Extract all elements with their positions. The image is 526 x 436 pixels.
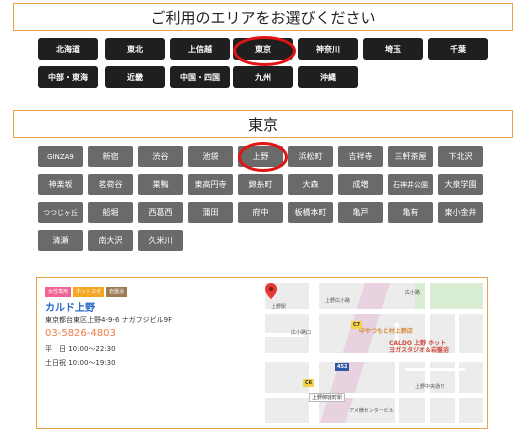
city-button-12[interactable]: 巣鴨 (138, 174, 183, 195)
region-button-3[interactable]: 上信越 (170, 38, 230, 60)
city-button-2[interactable]: 新宿 (88, 146, 133, 167)
region-button-5[interactable]: 神奈川 (298, 38, 358, 60)
map-road-sign-c7: C7 (351, 321, 363, 329)
map-poi-caldo[interactable]: CALDO 上野 ホット ヨガスタジオ＆岩盤浴 (389, 340, 449, 354)
store-map[interactable]: 上野広小路 広小路口 上野駅 アメ横センタービル 広小路 上野中央通り 中やつも… (265, 283, 483, 423)
map-label-ueno-hirokoji: 上野広小路 (325, 298, 351, 304)
city-button-26[interactable]: 亀有 (388, 202, 433, 223)
region-button-11[interactable]: 九州 (233, 66, 293, 88)
city-button-10[interactable]: 神楽坂 (38, 174, 83, 195)
city-button-28[interactable]: 清瀬 (38, 230, 83, 251)
city-button-8[interactable]: 三軒茶屋 (388, 146, 433, 167)
city-button-22[interactable]: 蒲田 (188, 202, 233, 223)
store-card[interactable]: 女性専用 ホットヨガ 岩盤浴 カルド上野 東京都台東区上野4-9-6 ナガフジビ… (36, 277, 488, 429)
region-button-8[interactable]: 中部・東海 (38, 66, 98, 88)
city-button-30[interactable]: 久米川 (138, 230, 183, 251)
store-hours-weekday: 平 日 10:00～22:30 (45, 345, 116, 353)
city-button-29[interactable]: 南大沢 (88, 230, 133, 251)
city-button-21[interactable]: 西葛西 (138, 202, 183, 223)
map-label-ameyoko-center: アメ横センタービル (349, 408, 394, 414)
map-poi-secondary: 中やつもと村上野店 (359, 328, 413, 335)
city-button-25[interactable]: 亀戸 (338, 202, 383, 223)
area-section-title: ご利用のエリアをお選びください (13, 3, 513, 31)
map-label-chuo-dori: 上野中央通り (415, 384, 446, 390)
map-label-hirokoji-exit: 広小路口 (291, 330, 312, 336)
map-streets (265, 283, 483, 423)
store-phone-link[interactable]: 03-5826-4803 (45, 328, 116, 339)
region-button-1[interactable]: 北海道 (38, 38, 98, 60)
store-badges: 女性専用 ホットヨガ 岩盤浴 (45, 287, 128, 297)
city-button-17[interactable]: 石神井公園 (388, 174, 433, 195)
map-pin-icon[interactable] (265, 283, 277, 299)
city-button-24[interactable]: 板橋本町 (288, 202, 333, 223)
badge-bedrock-bath: 岩盤浴 (106, 287, 128, 297)
city-button-14[interactable]: 錦糸町 (238, 174, 283, 195)
city-button-20[interactable]: 船堀 (88, 202, 133, 223)
store-name-link[interactable]: カルド上野 (45, 299, 95, 314)
city-button-7[interactable]: 吉祥寺 (338, 146, 383, 167)
map-road-sign-c6: C6 (303, 379, 315, 387)
region-button-2[interactable]: 東北 (105, 38, 165, 60)
city-button-11[interactable]: 茗荷谷 (88, 174, 133, 195)
region-button-4[interactable]: 東京 (233, 38, 293, 60)
map-station-label: 上野御徒町駅 (309, 393, 346, 402)
store-address: 東京都台東区上野4-9-6 ナガフジビル9F (45, 316, 173, 324)
map-label-ueno-station: 上野駅 (271, 304, 287, 310)
city-button-27[interactable]: 東小金井 (438, 202, 483, 223)
city-button-3[interactable]: 渋谷 (138, 146, 183, 167)
city-button-18[interactable]: 大泉学園 (438, 174, 483, 195)
city-button-5[interactable]: 上野 (238, 146, 283, 167)
tokyo-section-title: 東京 (13, 110, 513, 138)
city-button-15[interactable]: 大森 (288, 174, 333, 195)
map-poi-line-1: CALDO 上野 ホット (389, 340, 447, 347)
city-button-4[interactable]: 池袋 (188, 146, 233, 167)
badge-hot-yoga: ホットヨガ (73, 287, 105, 297)
city-button-16[interactable]: 成増 (338, 174, 383, 195)
map-label-hirokoji: 広小路 (405, 290, 421, 296)
region-button-6[interactable]: 埼玉 (363, 38, 423, 60)
city-button-13[interactable]: 東高円寺 (188, 174, 233, 195)
badge-women-only: 女性専用 (45, 287, 72, 297)
city-button-23[interactable]: 府中 (238, 202, 283, 223)
region-button-7[interactable]: 千葉 (428, 38, 488, 60)
map-road-sign-452: 452 (335, 363, 350, 371)
map-poi-line-2: ヨガスタジオ＆岩盤浴 (389, 347, 450, 354)
city-button-19[interactable]: つつじヶ丘 (38, 202, 83, 223)
city-button-1[interactable]: GINZA9 (38, 146, 83, 167)
region-button-12[interactable]: 沖縄 (298, 66, 358, 88)
city-button-6[interactable]: 浜松町 (288, 146, 333, 167)
region-button-10[interactable]: 中国・四国 (170, 66, 230, 88)
store-hours-weekend: 土日祝 10:00～19:30 (45, 359, 116, 367)
region-button-9[interactable]: 近畿 (105, 66, 165, 88)
city-button-9[interactable]: 下北沢 (438, 146, 483, 167)
